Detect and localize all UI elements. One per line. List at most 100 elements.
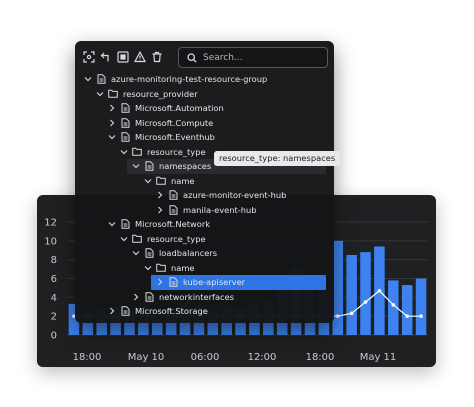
chevron-down-icon[interactable]: [95, 89, 105, 99]
tree-row[interactable]: Microsoft.Network: [75, 217, 334, 232]
tree-row[interactable]: Microsoft.Automation: [75, 101, 334, 116]
tree-row[interactable]: name: [75, 261, 334, 276]
tree-row[interactable]: resource_type: [75, 232, 334, 247]
y-tick-label: 8: [51, 255, 57, 266]
trash-icon[interactable]: [149, 49, 165, 65]
file-icon: [168, 277, 178, 287]
tree-row-label: name: [171, 262, 195, 273]
tree-row-label: loadbalancers: [159, 248, 218, 259]
x-tick-label: 12:00: [248, 352, 277, 363]
y-tick-label: 10: [44, 236, 57, 247]
chevron-right-icon[interactable]: [131, 292, 141, 302]
file-icon: [120, 103, 130, 113]
tree-row-label: name: [171, 175, 195, 186]
tree-row-label: Microsoft.Network: [135, 219, 211, 230]
search-icon: [187, 52, 197, 63]
tree-row-label: Microsoft.Compute: [135, 117, 214, 128]
tree-row[interactable]: loadbalancers: [75, 246, 334, 261]
folder-icon: [132, 234, 142, 244]
chevron-right-icon[interactable]: [155, 277, 165, 287]
chevron-right-icon[interactable]: [155, 190, 165, 200]
y-tick-label: 6: [51, 274, 57, 285]
tree-toolbar: [75, 41, 334, 73]
chevron-down-icon[interactable]: [143, 263, 153, 273]
x-tick-label: May 11: [360, 352, 397, 363]
tree-row-label: resource_type: [147, 146, 206, 157]
x-tick-label: May 10: [128, 352, 165, 363]
chevron-down-icon[interactable]: [107, 219, 117, 229]
resource-tree-panel: azure-monitoring-test-resource-group reso…: [75, 41, 334, 323]
line-point: [419, 314, 423, 318]
tree-row[interactable]: azure-monitoring-test-resource-group: [75, 72, 334, 87]
chevron-right-icon[interactable]: [155, 205, 165, 215]
tree-row[interactable]: networkinterfaces: [75, 290, 334, 305]
y-tick-label: 2: [51, 312, 57, 323]
tree-row[interactable]: name: [75, 174, 334, 189]
target-icon[interactable]: [115, 49, 131, 65]
file-icon: [120, 219, 130, 229]
tree-row[interactable]: Microsoft.Compute: [75, 116, 334, 131]
tree-row[interactable]: resource_provider: [75, 87, 334, 102]
x-tick-label: 18:00: [73, 352, 102, 363]
chevron-right-icon[interactable]: [107, 306, 117, 316]
file-icon: [120, 118, 130, 128]
warning-icon[interactable]: [132, 49, 148, 65]
y-tick-label: 0: [51, 331, 57, 342]
x-tick-label: 06:00: [191, 352, 220, 363]
search-field[interactable]: [178, 47, 328, 68]
line-point: [391, 303, 396, 307]
folder-icon: [132, 147, 142, 157]
file-icon: [168, 190, 178, 200]
tree-row-label: Microsoft.Automation: [135, 103, 224, 114]
tree-row-label: Microsoft.Eventhub: [135, 132, 215, 143]
chevron-down-icon[interactable]: [83, 74, 93, 84]
y-tick-label: 4: [51, 293, 57, 304]
tree-row[interactable]: kube-apiserver: [75, 275, 334, 290]
chevron-down-icon[interactable]: [119, 147, 129, 157]
tree-row-label: resource_type: [147, 233, 206, 244]
chevron-right-icon[interactable]: [107, 118, 117, 128]
tree-row-label: azure-monitor-event-hub: [183, 190, 287, 201]
tree-row-label: Microsoft.Storage: [135, 306, 208, 317]
line-point: [335, 314, 340, 318]
search-input[interactable]: [203, 52, 313, 63]
tree-row[interactable]: manila-event-hub: [75, 203, 334, 218]
line-point: [349, 311, 354, 316]
file-icon: [120, 132, 130, 142]
file-icon: [96, 74, 106, 84]
tree-row-label: manila-event-hub: [183, 204, 257, 215]
chevron-right-icon[interactable]: [107, 103, 117, 113]
chevron-down-icon[interactable]: [143, 176, 153, 186]
tree-row-label: azure-monitoring-test-resource-group: [111, 74, 268, 85]
focus-icon[interactable]: [81, 49, 97, 65]
tree-row[interactable]: azure-monitor-event-hub: [75, 188, 334, 203]
bar: [332, 240, 344, 335]
bar: [360, 252, 371, 335]
chevron-down-icon[interactable]: [131, 161, 141, 171]
file-icon: [144, 292, 154, 302]
file-icon: [120, 306, 130, 316]
bar: [401, 285, 413, 335]
tree-row[interactable]: Microsoft.Eventhub: [75, 130, 334, 145]
file-icon: [144, 248, 154, 258]
folder-icon: [156, 176, 166, 186]
tooltip: resource_type: namespaces: [214, 151, 341, 166]
chevron-down-icon[interactable]: [107, 132, 117, 142]
tree-row-label: kube-apiserver: [183, 277, 246, 288]
bar: [415, 278, 427, 335]
chevron-down-icon[interactable]: [119, 234, 129, 244]
line-point: [377, 288, 382, 293]
bar: [346, 254, 357, 335]
chevron-down-icon[interactable]: [131, 248, 141, 258]
x-tick-label: 18:00: [306, 352, 335, 363]
folder-icon: [156, 263, 166, 273]
tree-row-label: namespaces: [159, 161, 212, 172]
file-icon: [168, 205, 178, 215]
undo-arrow-icon[interactable]: [98, 49, 114, 65]
tree-row[interactable]: Microsoft.Storage: [75, 304, 334, 319]
folder-icon: [108, 89, 118, 99]
y-tick-label: 12: [44, 218, 57, 229]
line-point: [405, 314, 409, 318]
tree-row-label: networkinterfaces: [159, 291, 235, 302]
tree-row-label: resource_provider: [123, 88, 198, 99]
